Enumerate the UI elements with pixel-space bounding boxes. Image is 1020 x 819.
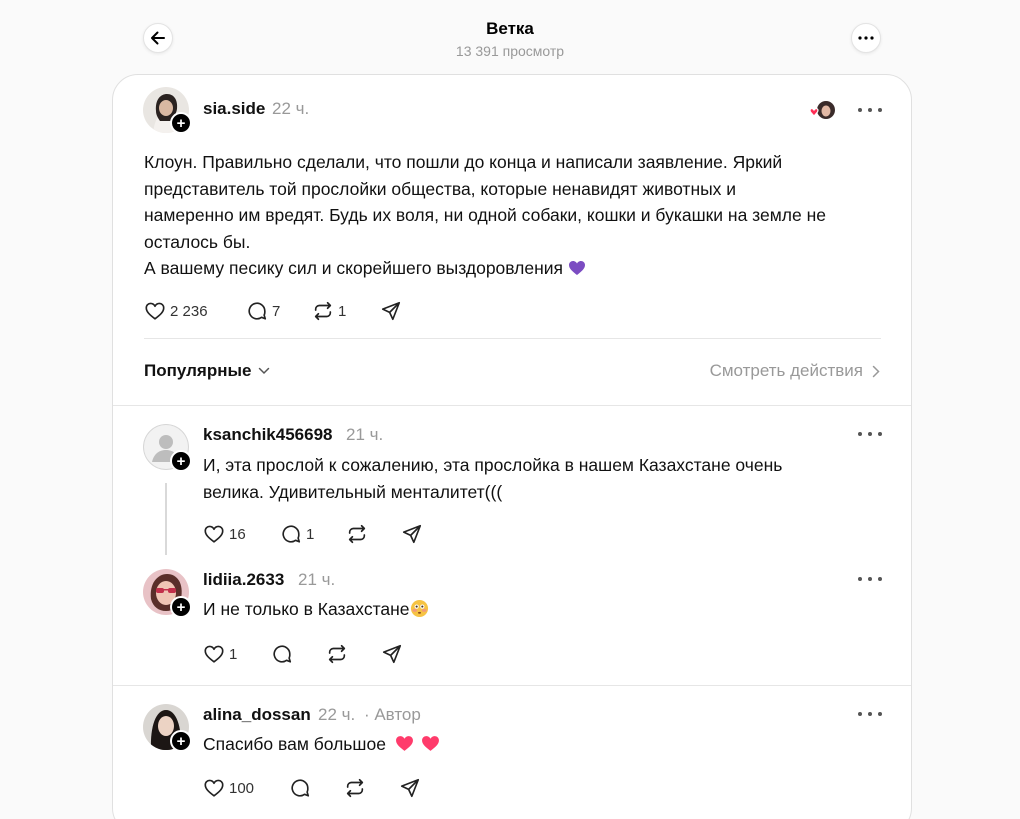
reply-more-button[interactable]: [858, 424, 882, 444]
sort-label: Популярные: [144, 361, 252, 380]
post-text-line: намеренно им вредят. Будь их воля, ни од…: [144, 205, 826, 225]
comment-icon: [282, 525, 301, 543]
purple-heart-icon: [568, 261, 585, 275]
share-button[interactable]: [380, 299, 402, 323]
reply-body: И, эта прослой к сожалению, эта прослойк…: [203, 452, 883, 505]
liked-avatar-icon: [809, 101, 835, 119]
reply-username[interactable]: lidiia.2633: [203, 570, 284, 590]
repost-icon: [328, 644, 346, 664]
comment-count: 1: [306, 525, 315, 543]
reply-body: Спасибо вам большое: [203, 731, 883, 758]
post-time: 22 ч.: [272, 99, 310, 118]
send-icon: [382, 644, 402, 664]
send-icon: [381, 301, 401, 321]
more-horizontal-icon: [858, 36, 874, 40]
repost-icon: [346, 778, 364, 798]
follow-button[interactable]: +: [170, 450, 192, 472]
repost-button[interactable]: 1: [312, 299, 346, 323]
follow-button[interactable]: +: [170, 730, 192, 752]
reply-time: 21 ч.: [346, 425, 384, 444]
repost-count: 1: [338, 302, 347, 320]
like-count: 16: [229, 525, 246, 543]
comment-count: 7: [272, 302, 281, 320]
comment-icon: [291, 779, 310, 797]
reply-username[interactable]: alina_dossan: [203, 705, 311, 725]
reply-text-line: велика. Удивительный менталитет(((: [203, 481, 503, 502]
like-button[interactable]: 100: [203, 776, 254, 800]
divider: [144, 338, 881, 339]
heart-icon: [204, 645, 224, 663]
chevron-down-icon: [259, 367, 270, 375]
like-button[interactable]: 2 236: [144, 299, 208, 323]
divider: [113, 405, 911, 406]
reply-text-line: И, эта прослой к сожалению, эта прослойк…: [203, 455, 783, 475]
pink-heart-icon: [421, 736, 439, 751]
repost-icon: [348, 524, 366, 544]
liked-by-indicator[interactable]: [809, 100, 837, 122]
heart-icon: [145, 302, 165, 320]
post-text-line: осталось бы.: [144, 231, 251, 252]
share-button[interactable]: [381, 642, 403, 666]
post-text-last: А вашему песику сил и скорейшего выздоро…: [144, 258, 564, 278]
repost-icon: [314, 301, 332, 321]
divider: [113, 685, 911, 686]
comment-button[interactable]: [271, 642, 293, 666]
comment-button[interactable]: [289, 776, 311, 800]
reply-more-button[interactable]: [858, 704, 882, 724]
reply-text: И не только в Казахстане: [203, 599, 410, 619]
reply-more-button[interactable]: [858, 569, 882, 589]
thread-card: + sia.side 22 ч. Клоун. Правильно сделал…: [112, 74, 912, 819]
repost-button[interactable]: [344, 776, 366, 800]
follow-button[interactable]: +: [170, 112, 192, 134]
like-button[interactable]: 16: [203, 522, 246, 546]
like-count: 100: [229, 779, 255, 797]
like-count: 1: [229, 645, 238, 663]
post-body: Клоун. Правильно сделали, что пошли до к…: [144, 149, 884, 282]
flushed-face-icon: [410, 599, 428, 618]
repost-button[interactable]: [346, 522, 368, 546]
like-button[interactable]: 1: [203, 642, 237, 666]
follow-button[interactable]: +: [170, 596, 192, 618]
send-icon: [402, 524, 422, 544]
comment-button[interactable]: 1: [280, 522, 314, 546]
chevron-right-icon: [872, 365, 880, 377]
reply-body: И не только в Казахстане: [203, 596, 883, 623]
author-badge: · Автор: [363, 705, 421, 724]
heart-icon: [204, 779, 224, 797]
share-button[interactable]: [401, 522, 423, 546]
sort-dropdown[interactable]: Популярные: [144, 361, 270, 381]
post-text-line: представитель той прослойки общества, ко…: [144, 178, 737, 199]
reply-time-text: 22 ч.: [318, 705, 356, 724]
view-actions-label: Смотреть действия: [709, 361, 863, 380]
reply-time: 21 ч.: [298, 570, 336, 589]
reply-username[interactable]: ksanchik456698: [203, 425, 333, 445]
comment-button[interactable]: 7: [246, 299, 280, 323]
comment-icon: [248, 302, 267, 320]
post-more-button[interactable]: [858, 100, 882, 120]
thread-menu-button[interactable]: [851, 23, 881, 53]
post-text-line: А вашему песику сил и скорейшего выздоро…: [144, 255, 884, 282]
thread-line: [165, 483, 167, 555]
send-icon: [400, 778, 420, 798]
reply-time: 22 ч. · Автор: [318, 705, 421, 725]
reply-text: Спасибо вам большое: [203, 734, 386, 754]
repost-button[interactable]: [326, 642, 348, 666]
pink-heart-icon: [395, 736, 413, 751]
like-count: 2 236: [170, 302, 208, 320]
share-button[interactable]: [399, 776, 421, 800]
heart-icon: [204, 525, 224, 543]
view-actions-link[interactable]: Смотреть действия: [710, 361, 880, 381]
post-username[interactable]: sia.side: [203, 99, 265, 119]
top-bar: Ветка 13 391 просмотр: [0, 0, 1020, 74]
post-text-line: Клоун. Правильно сделали, что пошли до к…: [144, 152, 783, 172]
comment-icon: [273, 645, 292, 663]
